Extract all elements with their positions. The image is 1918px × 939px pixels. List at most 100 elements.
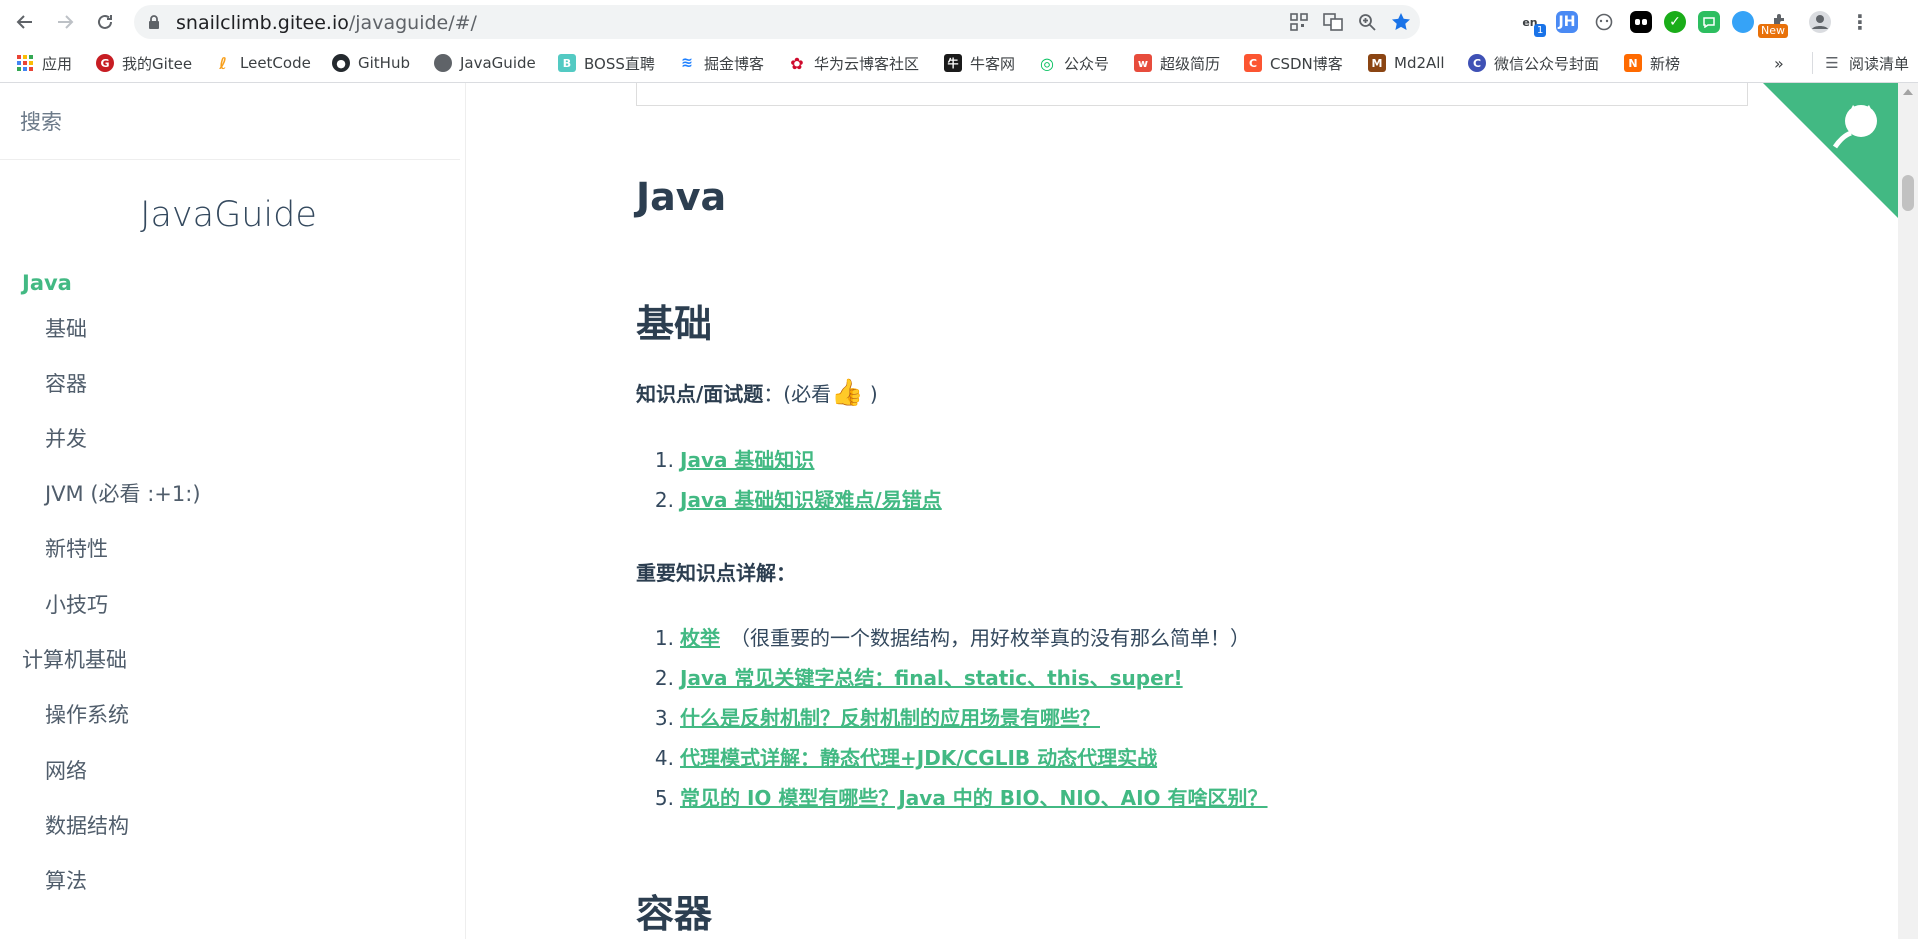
bookmark-label: 超级简历 <box>1160 54 1221 73</box>
bookmark-label: 公众号 <box>1064 54 1110 73</box>
zoom-icon[interactable] <box>1356 11 1378 33</box>
page-scrollbar[interactable] <box>1898 83 1918 939</box>
new-ext-icon[interactable] <box>1732 11 1754 33</box>
bookmark-resume[interactable]: w 超级简历 <box>1134 52 1220 74</box>
banner-image[interactable] <box>636 83 1748 106</box>
translate-icon[interactable] <box>1322 11 1344 33</box>
chat-ext-icon[interactable] <box>1698 11 1720 33</box>
link-java-keywords[interactable]: Java 常见关键字总结：final、static、this、super! <box>680 666 1183 690</box>
list-item: 2. Java 常见关键字总结：final、static、this、super! <box>636 663 1183 693</box>
reload-button[interactable] <box>90 8 120 36</box>
new-badge: New <box>1758 24 1788 38</box>
bookmark-label: LeetCode <box>240 54 311 72</box>
browser-toolbar: snailclimb.gitee.io/javaguide/#/ en JH ✓ <box>0 0 1918 44</box>
scroll-thumb[interactable] <box>1902 175 1914 211</box>
sidebar-item-label: 并发 <box>45 427 87 451</box>
link-reflection[interactable]: 什么是反射机制？反射机制的应用场景有哪些？ <box>680 706 1100 730</box>
juejin-icon: ≋ <box>681 55 693 71</box>
bookmark-star-icon[interactable] <box>1390 11 1412 33</box>
forward-button[interactable] <box>50 8 80 36</box>
back-button[interactable] <box>10 8 40 36</box>
app-name[interactable]: JavaGuide <box>0 195 457 235</box>
sidebar-item-os[interactable]: 操作系统 <box>0 695 465 735</box>
bookmark-cover[interactable]: C 微信公众号封面 <box>1468 52 1599 74</box>
sidebar-item-data-structures[interactable]: 数据结构 <box>0 806 465 846</box>
bookmark-label: 应用 <box>42 54 73 73</box>
sidebar-item-cs-basics[interactable]: 计算机基础 <box>0 640 465 680</box>
github-icon: ● <box>332 54 350 72</box>
bookmark-label: 掘金博客 <box>704 54 765 73</box>
sidebar-item-algorithms[interactable]: 算法 <box>0 861 465 901</box>
link-proxy-pattern[interactable]: 代理模式详解：静态代理+JDK/CGLIB 动态代理实战 <box>680 746 1157 770</box>
sidebar-item-containers[interactable]: 容器 <box>0 364 465 404</box>
bookmark-xinbang[interactable]: N 新榜 <box>1624 52 1680 74</box>
qr-code-icon[interactable] <box>1288 11 1310 33</box>
scroll-up-icon[interactable] <box>1903 89 1913 95</box>
profile-avatar-icon[interactable] <box>1806 8 1834 36</box>
bookmark-juejin[interactable]: ≋ 掘金博客 <box>678 52 764 74</box>
github-corner-icon[interactable] <box>1763 83 1898 218</box>
enum-note: （很重要的一个数据结构，用好枚举真的没有那么简单！） <box>730 626 1250 650</box>
close-paren: ) <box>863 382 878 406</box>
reading-list-icon: ☰ <box>1825 54 1839 72</box>
face-ext-icon[interactable] <box>1590 8 1618 36</box>
sidebar-item-basics[interactable]: 基础 <box>0 309 465 349</box>
sidebar-search <box>0 83 460 160</box>
arrow-right-icon <box>58 15 74 29</box>
list-item: 1. Java 基础知识 <box>636 445 815 475</box>
csdn-icon: C <box>1244 54 1262 72</box>
search-input[interactable] <box>18 105 422 139</box>
bookmark-label: JavaGuide <box>460 54 536 72</box>
leetcode-icon: ℓ <box>219 53 227 73</box>
bookmark-wechat-mp[interactable]: ◎ 公众号 <box>1038 52 1109 74</box>
reading-list-button[interactable]: ☰ 阅读清单 <box>1812 52 1909 74</box>
bookmarks-bar: 应用 G 我的Gitee ℓ LeetCode ● GitHub JavaGui… <box>0 44 1918 83</box>
bookmark-leetcode[interactable]: ℓ LeetCode <box>214 52 311 74</box>
bookmark-huawei[interactable]: ✿ 华为云博客社区 <box>788 52 919 74</box>
list-number: 2. <box>654 666 674 690</box>
bookmark-nowcoder[interactable]: 牛 牛客网 <box>944 52 1015 74</box>
url-host: snailclimb.gitee.io <box>176 12 349 34</box>
bookmark-apps[interactable]: 应用 <box>16 52 72 74</box>
link-java-basics-pitfalls[interactable]: Java 基础知识疑难点/易错点 <box>680 488 942 512</box>
reading-list-label: 阅读清单 <box>1849 54 1910 73</box>
sidebar-item-jvm[interactable]: JVM (必看 :+1:) <box>0 474 465 514</box>
sidebar-item-java[interactable]: Java <box>0 263 465 303</box>
sidebar-item-concurrency[interactable]: 并发 <box>0 419 465 459</box>
list-item: 2. Java 基础知识疑难点/易错点 <box>636 485 942 515</box>
sidebar-item-network[interactable]: 网络 <box>0 751 465 791</box>
bookmark-javaguide[interactable]: JavaGuide <box>434 52 536 74</box>
huawei-icon: ✿ <box>790 53 804 73</box>
sidebar-item-tips[interactable]: 小技巧 <box>0 585 465 625</box>
url-path: /javaguide/#/ <box>348 12 477 34</box>
link-enum[interactable]: 枚举 <box>680 626 720 650</box>
bookmark-label: 新榜 <box>1650 54 1681 73</box>
list-number: 3. <box>654 706 674 730</box>
knowledge-label: 知识点/面试题 <box>636 382 764 406</box>
bookmark-boss[interactable]: B BOSS直聘 <box>558 52 655 74</box>
jh-ext-icon[interactable]: JH <box>1556 11 1578 33</box>
list-number: 4. <box>654 746 674 770</box>
check-ext-icon[interactable]: ✓ <box>1664 11 1686 33</box>
toolbox-ext-icon[interactable] <box>1630 11 1652 33</box>
wechat-mp-icon: ◎ <box>1040 53 1054 73</box>
sidebar-item-label: Java <box>22 271 72 295</box>
sidebar-item-label: 小技巧 <box>45 593 108 617</box>
bookmark-github[interactable]: ● GitHub <box>332 52 410 74</box>
list-item: 3. 什么是反射机制？反射机制的应用场景有哪些？ <box>636 703 1100 733</box>
list-item: 4. 代理模式详解：静态代理+JDK/CGLIB 动态代理实战 <box>636 743 1157 773</box>
link-io-models[interactable]: 常见的 IO 模型有哪些？Java 中的 BIO、NIO、AIO 有啥区别？ <box>680 786 1268 810</box>
kebab-menu-icon[interactable]: ⋮ <box>1846 8 1874 36</box>
bookmark-gitee[interactable]: G 我的Gitee <box>96 52 192 74</box>
sidebar-item-new-features[interactable]: 新特性 <box>0 529 465 569</box>
bookmark-label: BOSS直聘 <box>584 54 655 73</box>
main-content: Java 基础 知识点/面试题：(必看👍 ) 1. Java 基础知识 2. Jav… <box>466 83 1898 939</box>
boss-icon: B <box>558 54 576 72</box>
sidebar-item-label: 新特性 <box>45 537 108 561</box>
bookmark-md2all[interactable]: M Md2All <box>1368 52 1445 74</box>
link-java-basics[interactable]: Java 基础知识 <box>680 448 814 472</box>
nowcoder-icon: 牛 <box>944 54 962 72</box>
bookmarks-more-button[interactable]: » <box>1774 52 1784 74</box>
bookmark-csdn[interactable]: C CSDN博客 <box>1244 52 1343 74</box>
address-bar[interactable]: snailclimb.gitee.io/javaguide/#/ <box>134 5 1420 39</box>
